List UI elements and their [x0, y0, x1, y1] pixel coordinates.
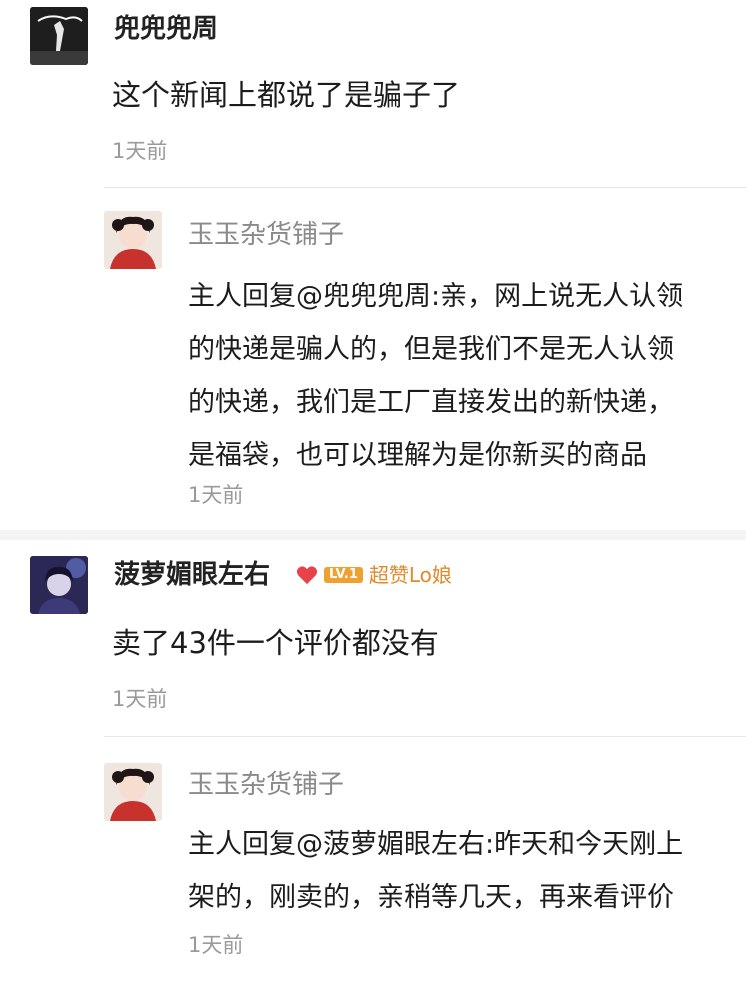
reply-time: 1天前 — [188, 483, 244, 507]
shop-avatar[interactable] — [104, 211, 162, 269]
reply-line: 主人回复@菠萝媚眼左右:昨天和今天刚上 — [188, 829, 684, 860]
comment-text: 这个新闻上都说了是骗子了 — [112, 78, 461, 112]
level-badge: LV.1 — [324, 567, 363, 583]
thread-separator — [0, 530, 746, 540]
reply-time: 1天前 — [188, 933, 244, 957]
divider — [104, 187, 746, 188]
comment-thread-1: 兜兜兜周 这个新闻上都说了是骗子了 1天前 玉玉杂货铺子 主人回复@兜兜兜周:亲… — [0, 0, 746, 530]
heart-icon — [296, 566, 318, 585]
reply-text: 主人回复@菠萝媚眼左右:昨天和今天刚上 架的，刚卖的，亲稍等几天，再来看评价 — [188, 818, 718, 924]
comment-time: 1天前 — [112, 139, 168, 163]
comment-time: 1天前 — [112, 687, 168, 711]
user-avatar[interactable] — [30, 556, 88, 614]
shop-avatar[interactable] — [104, 763, 162, 821]
user-avatar[interactable] — [30, 7, 88, 65]
comment-text: 卖了43件一个评价都没有 — [112, 626, 439, 660]
username[interactable]: 菠萝媚眼左右 — [114, 558, 270, 592]
reply-line: 是福袋，也可以理解为是你新买的商品 — [188, 440, 647, 471]
user-badges: LV.1 超赞Lo娘 — [296, 562, 452, 588]
shop-name[interactable]: 玉玉杂货铺子 — [188, 768, 344, 802]
reply-line: 的快递，我们是工厂直接发出的新快递， — [188, 387, 674, 418]
reply-line: 主人回复@兜兜兜周:亲，网上说无人认领 — [188, 281, 684, 312]
comment-thread-2: 菠萝媚眼左右 LV.1 超赞Lo娘 卖了43件一个评价都没有 1天前 玉玉杂货铺… — [0, 540, 746, 982]
title-badge: 超赞Lo娘 — [368, 563, 452, 587]
reply-line: 的快递是骗人的，但是我们不是无人认领 — [188, 334, 674, 365]
shop-name[interactable]: 玉玉杂货铺子 — [188, 218, 344, 252]
divider — [104, 736, 746, 737]
reply-text: 主人回复@兜兜兜周:亲，网上说无人认领 的快递是骗人的，但是我们不是无人认领 的… — [188, 270, 718, 482]
reply-line: 架的，刚卖的，亲稍等几天，再来看评价 — [188, 882, 674, 913]
username[interactable]: 兜兜兜周 — [114, 12, 218, 46]
